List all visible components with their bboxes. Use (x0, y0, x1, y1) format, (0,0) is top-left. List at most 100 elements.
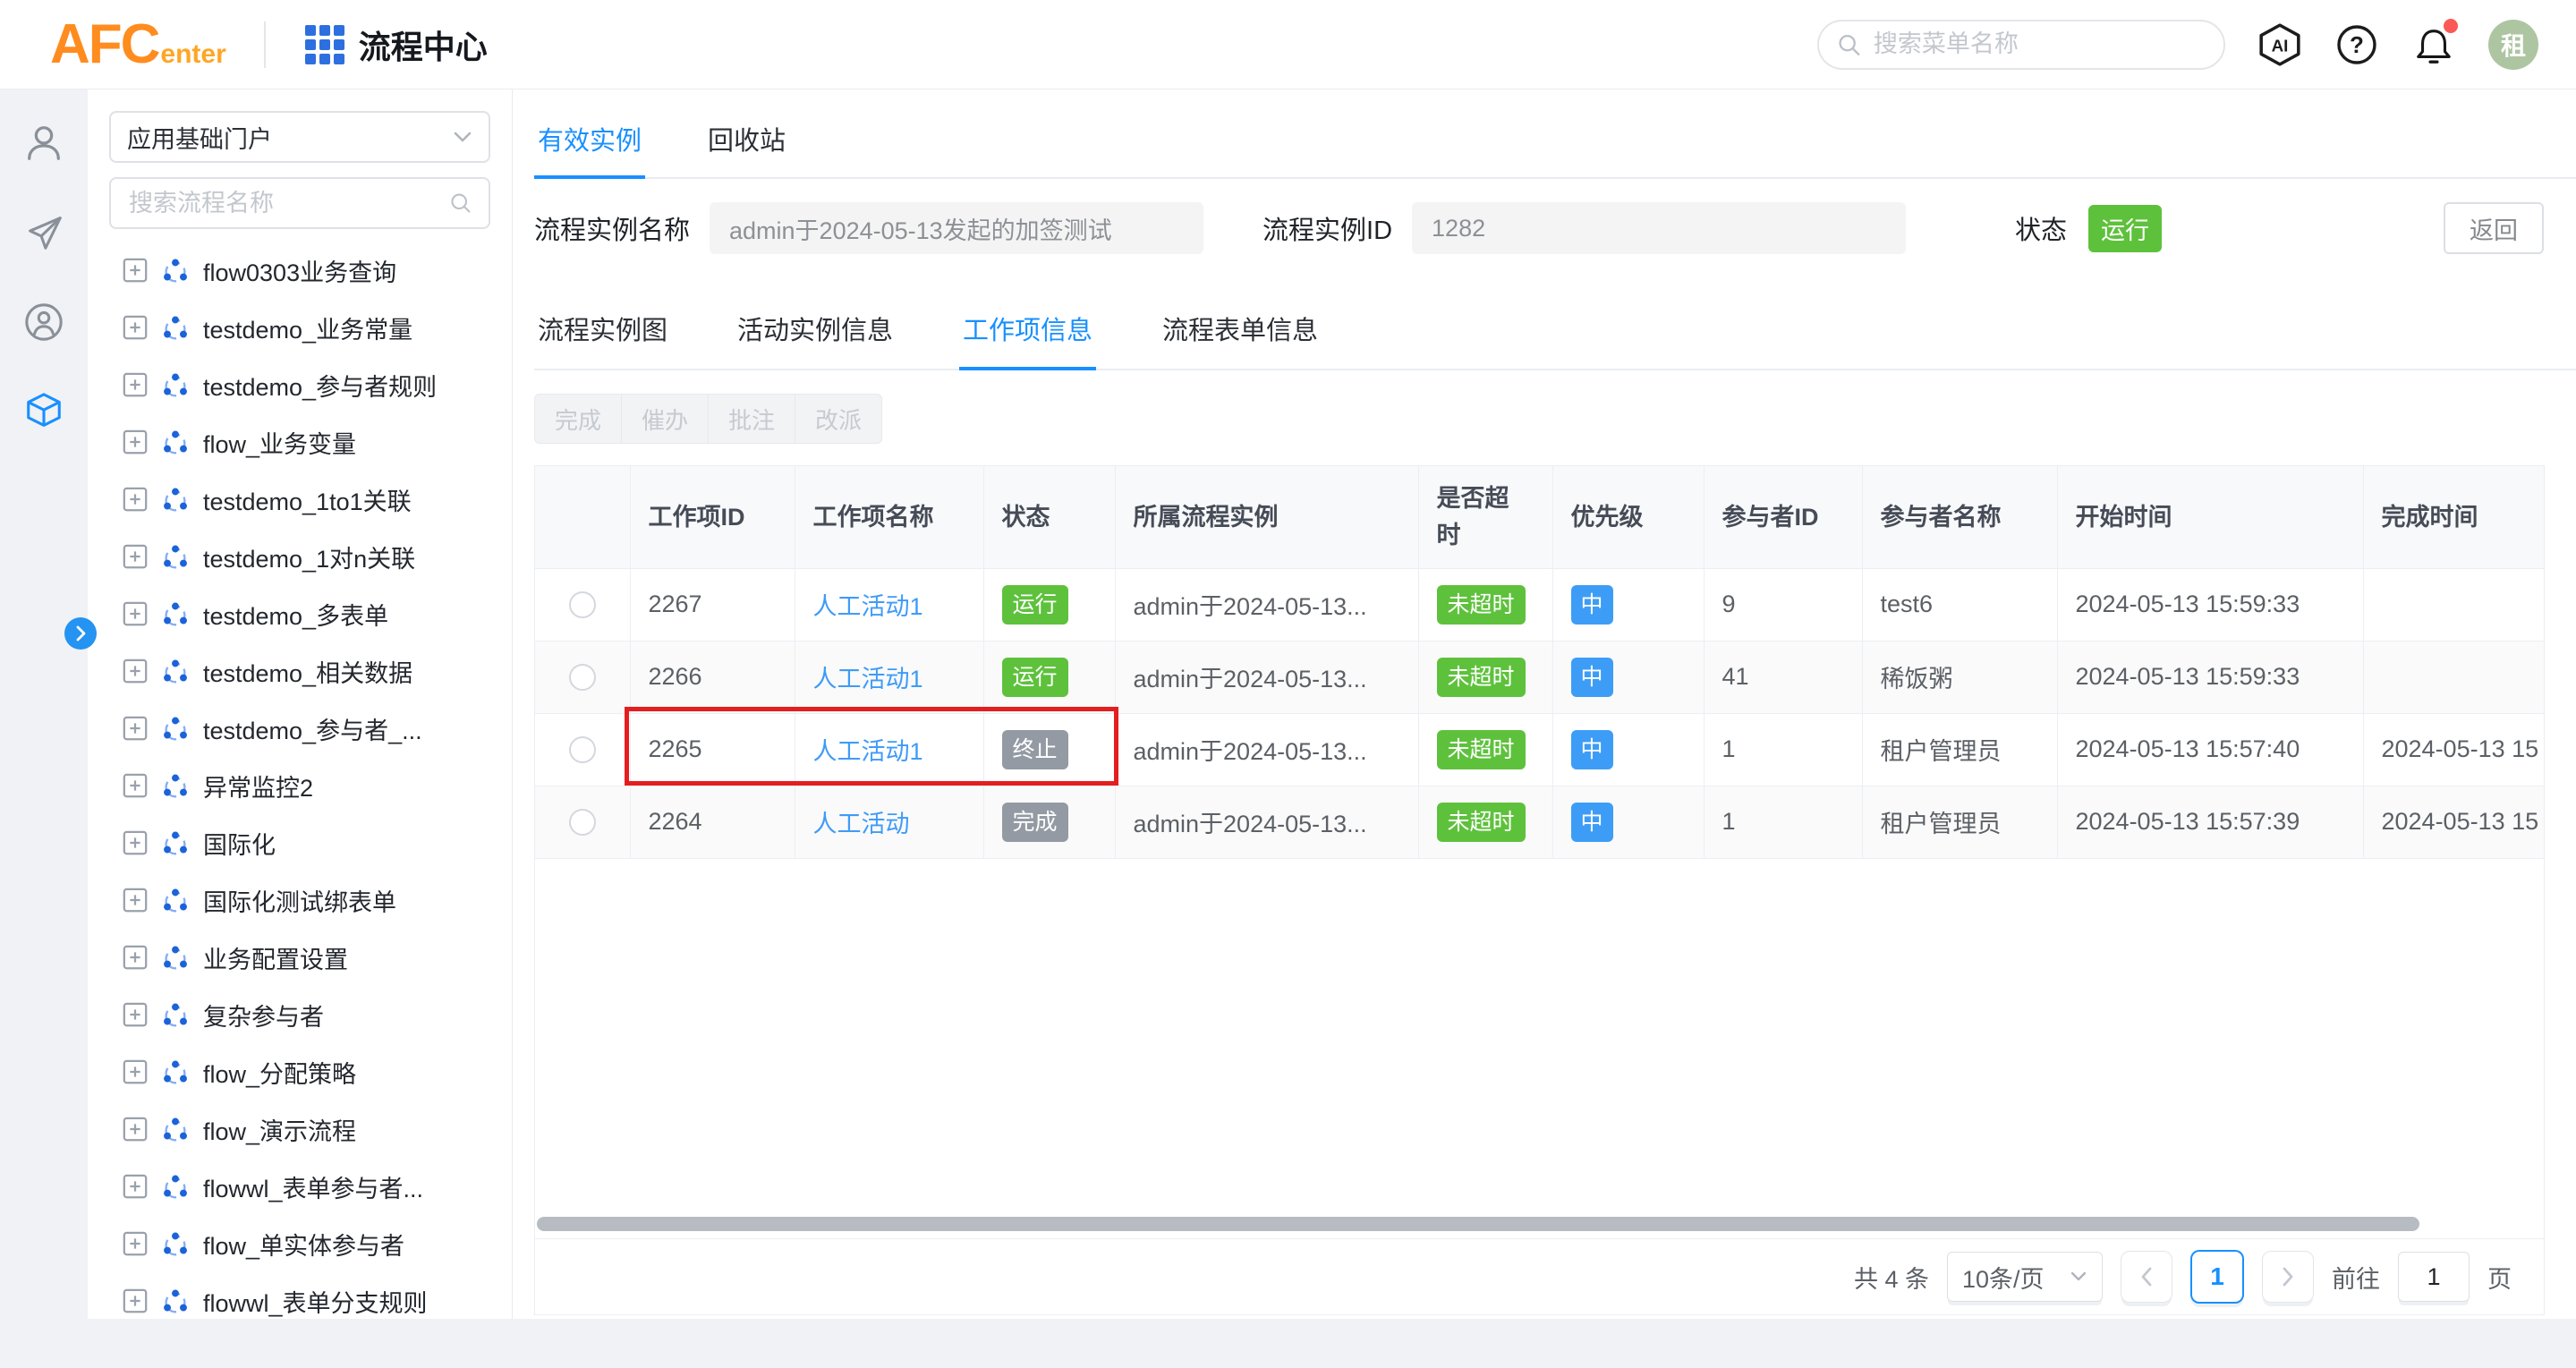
expand-plus-icon[interactable] (122, 944, 149, 971)
expand-plus-icon[interactable] (122, 486, 149, 513)
tree-item-label: flow_单实体参与者 (203, 1227, 404, 1262)
paper-plane-icon (23, 212, 64, 253)
process-icon (160, 312, 191, 343)
tree-search-input[interactable] (127, 189, 449, 218)
instance-id-field[interactable] (1412, 202, 1906, 254)
workitem-link[interactable]: 人工活动 (813, 811, 910, 837)
status-badge: 运行 (2088, 205, 2162, 252)
instance-form-row: 流程实例名称 流程实例ID 状态 运行 返回 (534, 202, 2576, 254)
expand-plus-icon[interactable] (122, 1173, 149, 1200)
expand-plus-icon[interactable] (122, 600, 149, 627)
ai-assistant-button[interactable]: AI (2257, 22, 2302, 67)
tree-item[interactable]: testdemo_参与者_... (109, 700, 490, 757)
prev-page-button[interactable] (2121, 1251, 2172, 1303)
workitem-link[interactable]: 人工活动1 (813, 593, 923, 620)
next-page-button[interactable] (2262, 1251, 2314, 1303)
expand-plus-icon[interactable] (122, 1230, 149, 1257)
expand-plus-icon[interactable] (122, 772, 149, 799)
row-radio[interactable] (569, 809, 596, 836)
table-row: 2266 人工活动1 运行 admin于2024-05-13... 未超时 中 … (535, 641, 2545, 713)
sidebar-expand-button[interactable] (64, 617, 97, 650)
notifications-button[interactable] (2411, 22, 2456, 67)
tab-activity-info[interactable]: 活动实例信息 (734, 295, 897, 369)
tree-item[interactable]: flow_演示流程 (109, 1100, 490, 1158)
header-participant-name: 参与者名称 (1862, 466, 2057, 568)
tree-item-label: testdemo_参与者规则 (203, 368, 437, 403)
tree-item[interactable]: testdemo_参与者规则 (109, 356, 490, 413)
tree-item[interactable]: 复杂参与者 (109, 986, 490, 1043)
horizontal-scrollbar[interactable] (537, 1217, 2542, 1233)
cell-participant-id: 1 (1704, 786, 1862, 858)
tree-item[interactable]: testdemo_相关数据 (109, 642, 490, 700)
expand-plus-icon[interactable] (122, 715, 149, 742)
sidebar-rail (0, 89, 88, 1319)
header-instance: 所属流程实例 (1115, 466, 1418, 568)
urge-button[interactable]: 催办 (622, 394, 709, 444)
rail-item-send[interactable] (22, 211, 65, 254)
tab-workitem-info[interactable]: 工作项信息 (959, 295, 1096, 369)
row-radio[interactable] (569, 736, 596, 763)
tree-item[interactable]: 国际化测试绑表单 (109, 871, 490, 929)
expand-plus-icon[interactable] (122, 1287, 149, 1314)
tree-search[interactable] (109, 177, 490, 229)
chevron-right-icon (2280, 1265, 2296, 1288)
expand-plus-icon[interactable] (122, 887, 149, 913)
tree-item[interactable]: flow_业务变量 (109, 413, 490, 471)
instance-name-label: 流程实例名称 (534, 209, 690, 247)
expand-plus-icon[interactable] (122, 314, 149, 341)
tab-valid-instances[interactable]: 有效实例 (534, 107, 645, 177)
scrollbar-thumb[interactable] (537, 1217, 2419, 1231)
tree-item[interactable]: flow0303业务查询 (109, 242, 490, 299)
expand-plus-icon[interactable] (122, 829, 149, 856)
tree-item[interactable]: flowwl_表单分支规则 (109, 1272, 490, 1330)
tree-item[interactable]: testdemo_多表单 (109, 585, 490, 642)
workitem-link[interactable]: 人工活动1 (813, 666, 923, 692)
tree-item[interactable]: 异常监控2 (109, 757, 490, 814)
rail-item-process-active[interactable] (22, 390, 65, 433)
help-button[interactable]: ? (2334, 22, 2379, 67)
expand-plus-icon[interactable] (122, 1058, 149, 1085)
goto-page-input[interactable] (2398, 1252, 2470, 1302)
menu-search-input[interactable] (1872, 30, 2206, 59)
rail-item-account[interactable] (22, 301, 65, 344)
cell-end-time: 2024-05-13 15 (2363, 786, 2545, 858)
tab-form-info[interactable]: 流程表单信息 (1159, 295, 1322, 369)
expand-plus-icon[interactable] (122, 371, 149, 398)
cell-participant-name: test6 (1862, 568, 2057, 641)
brand-logo-suffix: enter (160, 39, 225, 70)
tree-item[interactable]: flowwl_表单参与者... (109, 1158, 490, 1215)
tree-item[interactable]: 国际化 (109, 814, 490, 871)
tab-recycle-bin[interactable]: 回收站 (704, 107, 789, 177)
rail-item-user[interactable] (22, 122, 65, 165)
comment-button[interactable]: 批注 (709, 394, 795, 444)
cell-workitem-id: 2264 (630, 786, 795, 858)
back-button[interactable]: 返回 (2444, 202, 2544, 254)
overtime-badge: 未超时 (1437, 658, 1526, 697)
cell-participant-name: 稀饭粥 (1862, 641, 2057, 713)
tree-item[interactable]: flow_单实体参与者 (109, 1215, 490, 1272)
tree-item[interactable]: testdemo_业务常量 (109, 299, 490, 356)
portal-select[interactable]: 应用基础门户 (109, 111, 490, 163)
cell-instance: admin于2024-05-13... (1115, 786, 1418, 858)
expand-plus-icon[interactable] (122, 429, 149, 455)
tree-item[interactable]: 业务配置设置 (109, 929, 490, 986)
tree-item[interactable]: testdemo_1对n关联 (109, 528, 490, 585)
expand-plus-icon[interactable] (122, 543, 149, 570)
tree-item[interactable]: flow_分配策略 (109, 1043, 490, 1100)
page-size-select[interactable]: 10条/页 (1947, 1252, 2103, 1302)
expand-plus-icon[interactable] (122, 257, 149, 284)
expand-plus-icon[interactable] (122, 1001, 149, 1028)
reassign-button[interactable]: 改派 (795, 394, 882, 444)
expand-plus-icon[interactable] (122, 658, 149, 684)
expand-plus-icon[interactable] (122, 1116, 149, 1143)
row-radio[interactable] (569, 664, 596, 691)
tab-instance-diagram[interactable]: 流程实例图 (534, 295, 671, 369)
avatar[interactable]: 租 (2488, 20, 2538, 70)
menu-search[interactable] (1817, 20, 2225, 70)
complete-button[interactable]: 完成 (534, 394, 622, 444)
instance-name-field[interactable] (710, 202, 1203, 254)
row-radio[interactable] (569, 591, 596, 618)
page-number-button[interactable]: 1 (2190, 1250, 2244, 1304)
tree-item[interactable]: testdemo_1to1关联 (109, 471, 490, 528)
tree-item-label: 异常监控2 (203, 769, 313, 803)
